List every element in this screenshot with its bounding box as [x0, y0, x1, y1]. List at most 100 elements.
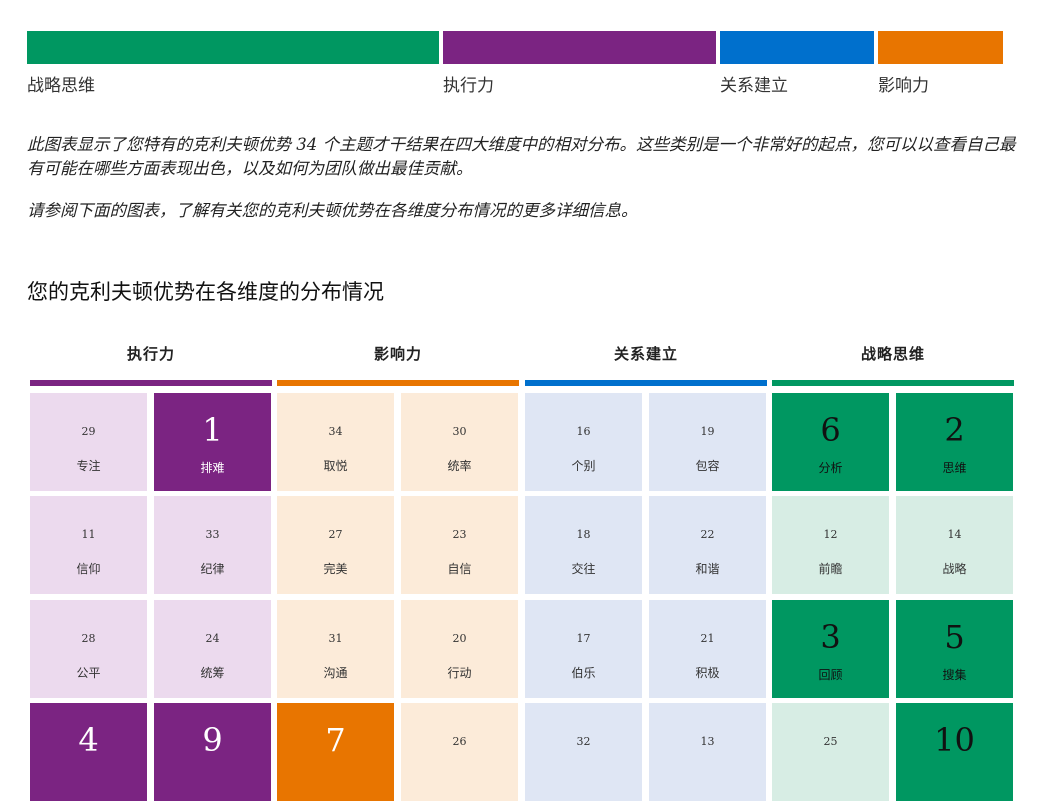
- theme-rank: 27: [328, 528, 343, 541]
- theme-name: 纪律: [200, 562, 225, 576]
- theme-tile[interactable]: 7: [277, 703, 394, 801]
- theme-rank: 9: [202, 721, 223, 759]
- theme-name: 积极: [695, 666, 720, 680]
- theme-name: 完美: [323, 562, 348, 576]
- domain-color-bar: [277, 380, 519, 386]
- theme-rank: 3: [820, 618, 841, 656]
- theme-name: 公平: [76, 666, 101, 680]
- theme-rank: 29: [81, 425, 96, 438]
- domain-heading: 执行力: [126, 345, 175, 363]
- domain-column-relationship: 关系建立: [525, 336, 767, 386]
- theme-tile[interactable]: 25: [772, 703, 889, 801]
- domain-color-bar: [30, 380, 272, 386]
- proportion-label-relationship: 关系建立: [720, 76, 788, 96]
- theme-rank: 1: [202, 411, 223, 449]
- theme-tile[interactable]: 17 伯乐: [525, 600, 642, 698]
- theme-rank: 32: [576, 735, 591, 748]
- theme-name: 取悦: [323, 459, 348, 473]
- theme-name: 个别: [571, 459, 596, 473]
- proportion-label-execution: 执行力: [443, 76, 494, 96]
- theme-tile[interactable]: 13: [649, 703, 766, 801]
- proportion-label-strategic: 战略思维: [27, 76, 95, 96]
- theme-tile[interactable]: 3 回顾: [772, 600, 889, 698]
- theme-tile[interactable]: 6 分析: [772, 393, 889, 491]
- theme-rank: 22: [700, 528, 715, 541]
- theme-tile[interactable]: 29 专注: [30, 393, 147, 491]
- theme-rank: 34: [328, 425, 343, 438]
- theme-rank: 18: [576, 528, 591, 541]
- theme-tile[interactable]: 10: [896, 703, 1013, 801]
- theme-name: 沟通: [323, 666, 348, 680]
- theme-rank: 24: [205, 632, 220, 645]
- theme-rank: 26: [452, 735, 467, 748]
- theme-name: 分析: [818, 461, 843, 475]
- domain-color-bar: [772, 380, 1014, 386]
- theme-tile[interactable]: 16 个别: [525, 393, 642, 491]
- theme-tile[interactable]: 33 纪律: [154, 496, 271, 594]
- domain-heading: 影响力: [373, 345, 422, 363]
- theme-tile[interactable]: 9: [154, 703, 271, 801]
- theme-tile[interactable]: 11 信仰: [30, 496, 147, 594]
- theme-tile[interactable]: 32: [525, 703, 642, 801]
- theme-tile[interactable]: 28 公平: [30, 600, 147, 698]
- theme-rank: 11: [81, 528, 96, 541]
- theme-rank: 19: [700, 425, 715, 438]
- theme-tile[interactable]: 1 排难: [154, 393, 271, 491]
- intro-paragraph-2: 请参阅下面的图表，了解有关您的克利夫顿优势在各维度分布情况的更多详细信息。: [27, 201, 638, 220]
- theme-tile[interactable]: 26: [401, 703, 518, 801]
- section-title: 您的克利夫顿优势在各维度的分布情况: [27, 280, 384, 304]
- theme-name: 战略: [942, 562, 967, 576]
- theme-tile[interactable]: 27 完美: [277, 496, 394, 594]
- theme-tile[interactable]: 19 包容: [649, 393, 766, 491]
- theme-rank: 20: [452, 632, 467, 645]
- theme-tile[interactable]: 23 自信: [401, 496, 518, 594]
- intro-paragraph-1: 此图表显示了您特有的克利夫顿优势 34 个主题才干结果在四大维度中的相对分布。这…: [27, 135, 1016, 178]
- theme-rank: 17: [576, 632, 591, 645]
- theme-rank: 23: [452, 528, 467, 541]
- theme-name: 思维: [942, 461, 967, 475]
- theme-name: 前瞻: [818, 562, 843, 576]
- theme-rank: 25: [823, 735, 838, 748]
- theme-name: 和谐: [695, 562, 720, 576]
- theme-rank: 13: [700, 735, 715, 748]
- theme-tile[interactable]: 14 战略: [896, 496, 1013, 594]
- domain-heading: 关系建立: [613, 345, 678, 363]
- theme-rank: 16: [576, 425, 591, 438]
- theme-tile[interactable]: 18 交往: [525, 496, 642, 594]
- theme-tile[interactable]: 31 沟通: [277, 600, 394, 698]
- theme-name: 搜集: [942, 668, 967, 682]
- theme-name: 自信: [447, 562, 472, 576]
- theme-tile[interactable]: 5 搜集: [896, 600, 1013, 698]
- proportion-segment-relationship: [720, 31, 874, 64]
- theme-rank: 10: [934, 721, 975, 759]
- theme-tile[interactable]: 2 思维: [896, 393, 1013, 491]
- theme-name: 专注: [76, 459, 101, 473]
- theme-rank: 21: [700, 632, 715, 645]
- proportion-segment-influence: [878, 31, 1003, 64]
- proportion-segment-strategic: [27, 31, 439, 64]
- theme-tile[interactable]: 34 取悦: [277, 393, 394, 491]
- theme-rank: 14: [947, 528, 962, 541]
- theme-name: 统筹: [200, 666, 225, 680]
- theme-tile[interactable]: 4: [30, 703, 147, 801]
- theme-tile[interactable]: 30 统率: [401, 393, 518, 491]
- theme-rank: 5: [944, 618, 965, 656]
- theme-name: 交往: [571, 562, 596, 576]
- theme-tile[interactable]: 24 统筹: [154, 600, 271, 698]
- theme-rank: 28: [81, 632, 96, 645]
- theme-name: 排难: [200, 461, 225, 475]
- theme-tile[interactable]: 22 和谐: [649, 496, 766, 594]
- theme-rank: 31: [328, 632, 343, 645]
- domain-column-execution: 执行力: [30, 336, 272, 386]
- domain-column-strategic: 战略思维: [772, 336, 1014, 386]
- theme-name: 统率: [447, 459, 472, 473]
- domain-column-influence: 影响力: [277, 336, 519, 386]
- theme-tile[interactable]: 20 行动: [401, 600, 518, 698]
- theme-tile[interactable]: 21 积极: [649, 600, 766, 698]
- theme-name: 伯乐: [571, 666, 596, 680]
- theme-rank: 7: [325, 721, 346, 759]
- theme-name: 信仰: [76, 562, 101, 576]
- theme-rank: 2: [944, 411, 965, 449]
- theme-tile[interactable]: 12 前瞻: [772, 496, 889, 594]
- theme-rank: 4: [78, 721, 99, 759]
